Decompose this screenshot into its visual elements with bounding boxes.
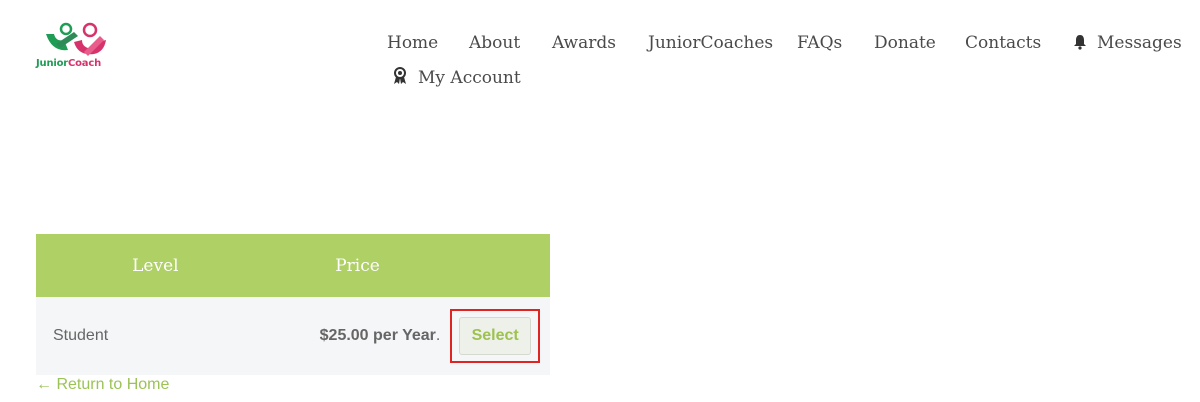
award-ribbon-icon xyxy=(392,67,408,90)
select-highlight: Select xyxy=(450,309,541,363)
table-row: Student $25.00 per Year. Select xyxy=(36,297,550,375)
return-to-home-link[interactable]: ← Return to Home xyxy=(36,376,169,394)
level-name: Student xyxy=(36,297,275,375)
select-level-button[interactable]: Select xyxy=(459,317,532,355)
nav-faqs[interactable]: FAQs xyxy=(797,33,842,53)
column-header-level: Level xyxy=(36,234,275,297)
nav-awards[interactable]: Awards xyxy=(552,33,616,53)
column-header-price: Price xyxy=(274,234,441,297)
level-price: $25.00 per Year. xyxy=(274,297,441,375)
main-nav: Home About Awards JuniorCoaches FAQs Don… xyxy=(0,0,1200,100)
table-header-row: Level Price xyxy=(36,234,550,297)
level-price-amount: $25.00 per Year xyxy=(319,327,436,344)
nav-contacts[interactable]: Contacts xyxy=(965,33,1041,53)
nav-home[interactable]: Home xyxy=(387,33,438,53)
level-action: Select xyxy=(440,297,550,375)
bell-icon xyxy=(1073,34,1087,55)
nav-messages-label: Messages xyxy=(1097,33,1182,53)
nav-about[interactable]: About xyxy=(469,33,520,53)
column-header-action xyxy=(440,234,550,297)
level-price-suffix: . xyxy=(435,327,441,344)
nav-messages[interactable]: Messages xyxy=(1073,33,1182,55)
nav-juniorcoaches[interactable]: JuniorCoaches xyxy=(648,33,773,53)
nav-donate[interactable]: Donate xyxy=(874,33,936,53)
membership-levels-table: Level Price Student $25.00 per Year. Sel… xyxy=(36,234,550,375)
nav-my-account-label: My Account xyxy=(418,68,521,88)
nav-my-account[interactable]: My Account xyxy=(392,67,521,90)
